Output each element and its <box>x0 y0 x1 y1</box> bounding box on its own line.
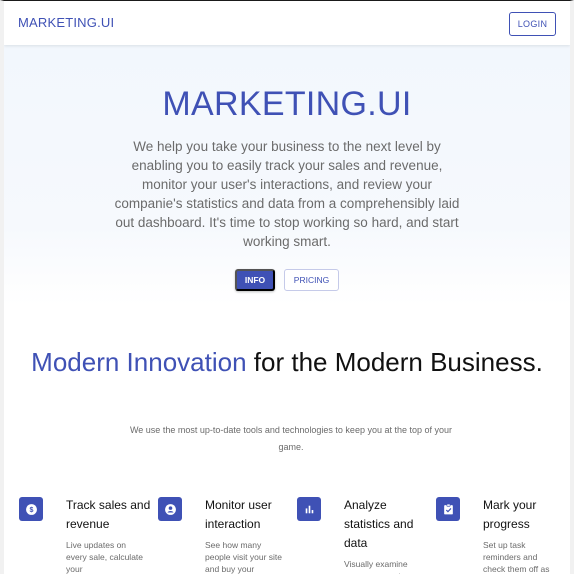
page: MARKETING.UI LOGIN MARKETING.UI We help … <box>0 0 574 574</box>
task-check-icon <box>436 497 460 521</box>
hero-section: MARKETING.UI We help you take your busin… <box>4 45 570 305</box>
feature-title: Track sales and revenue <box>66 498 151 531</box>
hero-title: MARKETING.UI <box>162 85 412 123</box>
bar-chart-icon <box>297 497 321 521</box>
feature-description: See how many people visit your site and … <box>205 540 283 574</box>
dollar-icon: $ <box>19 497 43 521</box>
section-subtitle: We use the most up-to-date tools and tec… <box>129 425 453 452</box>
login-button[interactable]: LOGIN <box>509 12 556 36</box>
hero-actions: INFO PRICING <box>4 269 570 291</box>
svg-text:$: $ <box>29 506 33 513</box>
section-title-rest: for the Modern Business. <box>253 347 543 377</box>
feature-description: Visually examine your progress to <box>344 559 408 574</box>
feature-description: Live updates on every sale, calculate yo… <box>66 540 144 574</box>
feature-title: Analyze statistics and data <box>344 498 414 550</box>
pricing-button[interactable]: PRICING <box>284 269 339 291</box>
brand-logo[interactable]: MARKETING.UI <box>18 15 114 30</box>
hero-description: We help you take your business to the ne… <box>114 139 460 249</box>
section-title: Modern Innovation for the Modern Busines… <box>4 345 570 379</box>
feature-title: Monitor user interaction <box>205 498 272 531</box>
user-icon <box>158 497 182 521</box>
info-button[interactable]: INFO <box>235 269 275 291</box>
feature-title: Mark your progress <box>483 498 537 531</box>
app-bar: MARKETING.UI LOGIN <box>4 1 570 45</box>
section-title-accent: Modern Innovation <box>31 347 247 377</box>
feature-description: Set up task reminders and check them off… <box>483 540 550 574</box>
